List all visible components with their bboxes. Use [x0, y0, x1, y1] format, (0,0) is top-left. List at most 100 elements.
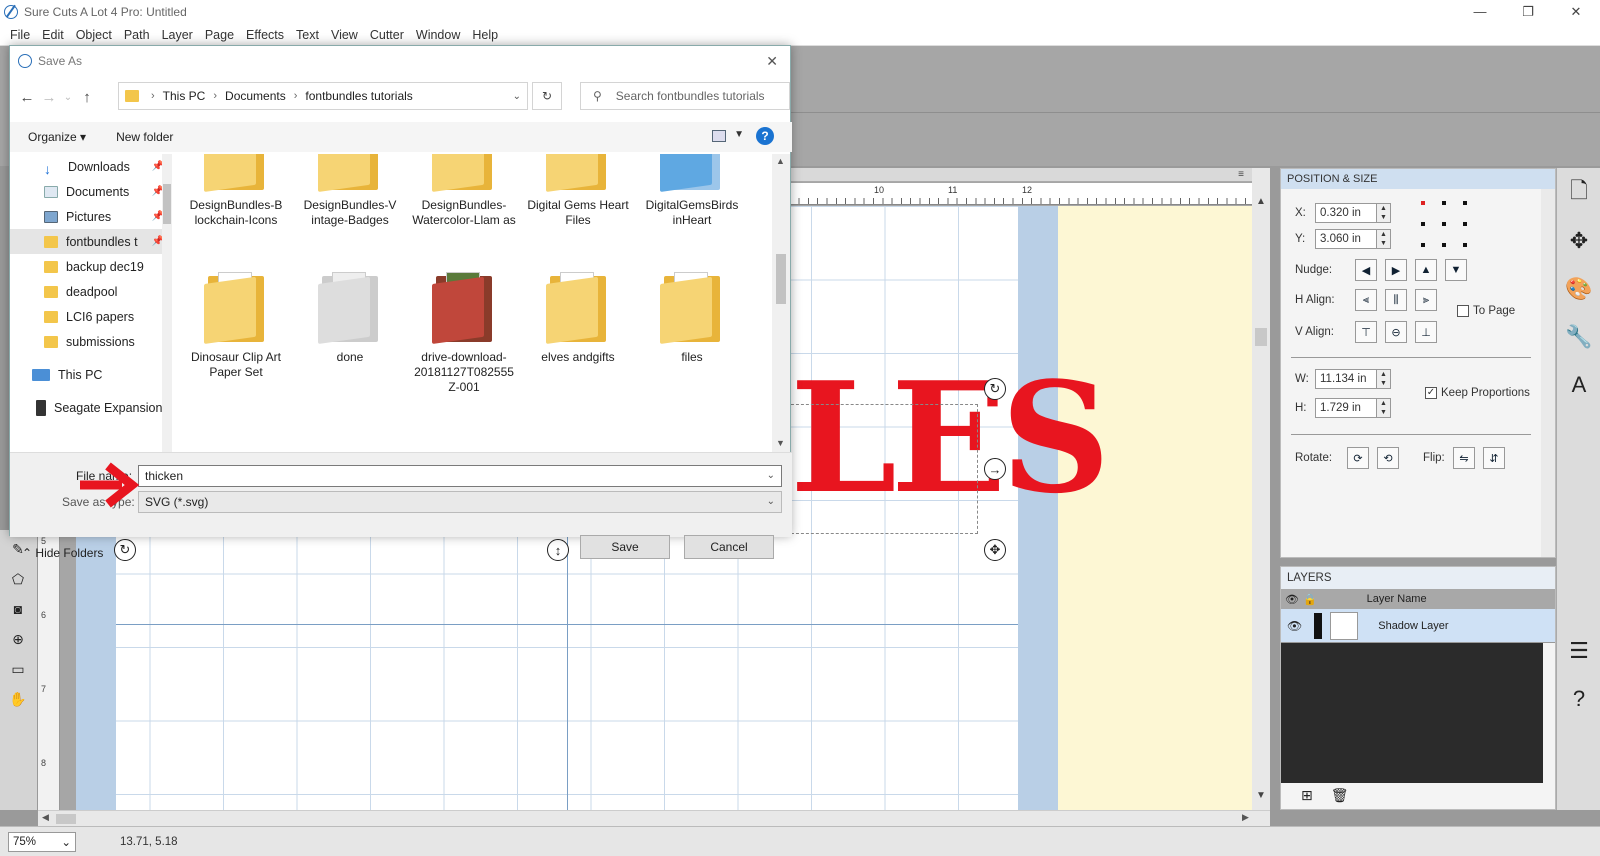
width-spinner[interactable]: ▲ ▼	[1377, 369, 1391, 389]
forward-arrow-icon[interactable]: →	[38, 89, 60, 106]
file-name-input[interactable]: thicken ⌄	[138, 465, 782, 487]
scroll-left-icon[interactable]: ◀	[42, 812, 49, 823]
list-item[interactable]: done	[294, 272, 406, 365]
close-dialog-button[interactable]: ✕	[766, 53, 778, 70]
nudge-up-icon[interactable]: ▲	[1415, 259, 1437, 281]
align-left-icon[interactable]: ⫷	[1355, 289, 1377, 311]
align-right-icon[interactable]: ⫸	[1415, 289, 1437, 311]
menu-object[interactable]: Object	[70, 28, 118, 42]
hide-folders-button[interactable]: ⌃ Hide Folders	[22, 546, 103, 560]
help-circle-icon[interactable]: ?	[1562, 682, 1596, 716]
chevron-down-icon[interactable]: ⌄	[513, 91, 521, 102]
canvas-horizontal-scrollbar[interactable]: ◀ ▶	[38, 810, 1270, 826]
nudge-down-icon[interactable]: ▼	[1445, 259, 1467, 281]
add-layer-icon[interactable]: ⊞	[1301, 787, 1313, 804]
list-item[interactable]: DesignBundles-B lockchain-Icons	[180, 154, 292, 228]
list-item[interactable]: files	[636, 272, 748, 365]
align-bottom-icon[interactable]: ⊥	[1415, 321, 1437, 343]
anchor-point-grid[interactable]	[1421, 201, 1467, 247]
align-center-h-icon[interactable]: ⫼	[1385, 289, 1407, 311]
nav-pane-scrollbar[interactable]	[162, 154, 172, 452]
list-item[interactable]: DigitalGemsBirds inHeart	[636, 154, 748, 228]
chevron-down-icon[interactable]: ▼	[734, 129, 744, 140]
panel-menu-icon[interactable]: ≡	[1238, 169, 1244, 180]
rotate-handle[interactable]: ↻	[984, 378, 1006, 400]
x-input[interactable]: 0.320 in	[1315, 203, 1377, 223]
resize-right-handle[interactable]: →	[984, 458, 1006, 480]
menu-view[interactable]: View	[325, 28, 364, 42]
breadcrumb-this-pc[interactable]: This PC	[163, 89, 206, 103]
nudge-right-icon[interactable]: ▶	[1385, 259, 1407, 281]
new-folder-button[interactable]: New folder	[116, 130, 173, 144]
nav-item-backup[interactable]: backup dec19	[10, 254, 170, 279]
menu-help[interactable]: Help	[466, 28, 504, 42]
menu-window[interactable]: Window	[410, 28, 466, 42]
nav-item-pictures[interactable]: Pictures 📌	[10, 204, 170, 229]
scroll-down-icon[interactable]: ▼	[1256, 790, 1266, 801]
view-options-icon[interactable]	[712, 130, 726, 142]
save-type-select[interactable]: SVG (*.svg) ⌄	[138, 491, 782, 513]
selection-box[interactable]	[786, 404, 978, 534]
organize-button[interactable]: Organize ▾	[28, 130, 86, 144]
cancel-button[interactable]: Cancel	[684, 535, 774, 559]
nav-item-documents[interactable]: Documents 📌	[10, 179, 170, 204]
refresh-button[interactable]: ↻	[532, 82, 562, 110]
nav-item-lci6-papers[interactable]: LCI6 papers	[10, 304, 170, 329]
measure-tool-icon[interactable]: ▭	[7, 658, 29, 680]
layer-visibility-eye-icon[interactable]: 👁	[1287, 619, 1302, 633]
menu-page[interactable]: Page	[199, 28, 240, 42]
move-arrows-icon[interactable]: ✥	[1562, 224, 1596, 258]
menu-edit[interactable]: Edit	[36, 28, 70, 42]
resize-corner-handle[interactable]: ✥	[984, 539, 1006, 561]
restore-button[interactable]: ❐	[1504, 0, 1552, 24]
nav-item-downloads[interactable]: ↓ Downloads 📌	[10, 154, 170, 179]
height-input[interactable]: 1.729 in	[1315, 398, 1377, 418]
address-bar[interactable]: › This PC › Documents › fontbundles tuto…	[118, 82, 528, 110]
align-top-icon[interactable]: ⊤	[1355, 321, 1377, 343]
list-item[interactable]: drive-download- 20181127T082555 Z-001	[408, 272, 520, 395]
flip-vertical-icon[interactable]: ⇵	[1483, 447, 1505, 469]
zoom-tool-icon[interactable]: ⊕	[7, 628, 29, 650]
breadcrumb-documents[interactable]: Documents	[225, 89, 286, 103]
recent-locations-icon[interactable]: ⌄	[60, 92, 76, 103]
scroll-right-icon[interactable]: ▶	[1242, 812, 1249, 823]
scroll-up-icon[interactable]: ▲	[776, 156, 785, 166]
list-item[interactable]: Dinosaur Clip Art Paper Set	[180, 272, 292, 380]
nav-item-this-pc[interactable]: This PC	[10, 362, 170, 387]
layer-color-swatch[interactable]	[1314, 612, 1323, 639]
list-item[interactable]: Digital Gems Heart Files	[522, 154, 634, 228]
nav-item-submissions[interactable]: submissions	[10, 329, 170, 354]
up-arrow-icon[interactable]: ↑	[76, 89, 98, 106]
flip-horizontal-icon[interactable]: ⇋	[1453, 447, 1475, 469]
chevron-down-icon[interactable]: ⌄	[767, 466, 775, 486]
resize-bottom-handle[interactable]: ↕	[547, 539, 569, 561]
minimize-button[interactable]: —	[1456, 0, 1504, 24]
layer-row[interactable]: 👁 Shadow Layer	[1281, 609, 1555, 643]
contour-tool-icon[interactable]: ◙	[7, 598, 29, 620]
back-arrow-icon[interactable]: ←	[16, 89, 38, 106]
rotate-ccw-icon[interactable]: ⟲	[1377, 447, 1399, 469]
nav-item-deadpool[interactable]: deadpool	[10, 279, 170, 304]
text-size-icon[interactable]: A	[1562, 368, 1596, 402]
rotate-handle-left[interactable]: ↻	[114, 539, 136, 561]
document-icon[interactable]: 🗋	[1562, 176, 1596, 210]
layers-stack-icon[interactable]: ☰	[1562, 634, 1596, 668]
pan-hand-tool-icon[interactable]: ✋	[7, 688, 29, 710]
height-spinner[interactable]: ▲ ▼	[1377, 398, 1391, 418]
list-item[interactable]: DesignBundles- Watercolor-Llam as	[408, 154, 520, 228]
canvas-vertical-scrollbar[interactable]: ▲ ▼	[1252, 168, 1270, 810]
list-item[interactable]: DesignBundles-V intage-Badges	[294, 154, 406, 228]
y-spinner[interactable]: ▲ ▼	[1377, 229, 1391, 249]
file-list-scrollbar[interactable]: ▲ ▼	[772, 154, 790, 452]
width-input[interactable]: 11.134 in	[1315, 369, 1377, 389]
delete-layer-icon[interactable]: 🗑	[1331, 787, 1349, 804]
layer-name[interactable]: Shadow Layer	[1378, 620, 1448, 632]
scroll-up-icon[interactable]: ▲	[1256, 196, 1266, 207]
menu-path[interactable]: Path	[118, 28, 156, 42]
menu-text[interactable]: Text	[290, 28, 325, 42]
breadcrumb-fontbundles[interactable]: fontbundles tutorials	[305, 89, 412, 103]
nav-item-seagate[interactable]: Seagate Expansion	[10, 395, 170, 420]
panel-scrollbar[interactable]	[1541, 189, 1555, 557]
close-window-button[interactable]: ✕	[1552, 0, 1600, 24]
align-middle-v-icon[interactable]: ⊖	[1385, 321, 1407, 343]
